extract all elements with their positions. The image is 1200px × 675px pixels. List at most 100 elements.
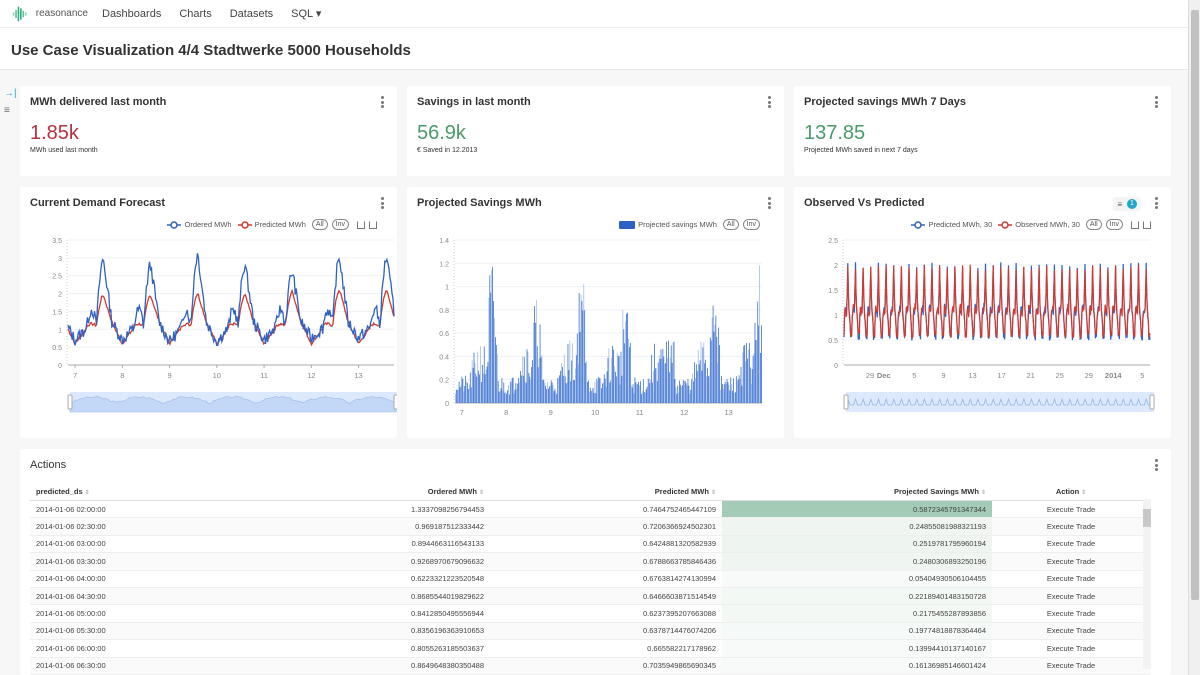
page-scrollbar[interactable]	[1188, 0, 1200, 675]
bar	[661, 358, 663, 403]
bar	[492, 266, 493, 403]
table-row[interactable]: 2014-01-06 03:30:00 0.9268970679096632 0.6…	[30, 552, 1150, 571]
table-row[interactable]: 2014-01-06 04:00:00 0.6223321223520548 0.6…	[30, 570, 1150, 588]
table-row[interactable]: 2014-01-06 04:30:00 0.8685544019829622 0.6…	[30, 587, 1150, 606]
bar	[481, 364, 483, 403]
bar	[672, 342, 674, 403]
bar	[743, 345, 745, 403]
bar	[477, 351, 479, 403]
x-tick-label: 13	[354, 371, 362, 380]
bar	[466, 381, 467, 403]
bar	[540, 357, 542, 403]
cell-action[interactable]: Execute Trade	[992, 604, 1150, 623]
nav-sql[interactable]: SQL ▾	[291, 7, 321, 20]
bar	[641, 391, 643, 403]
table-row[interactable]: 2014-01-06 06:00:00 0.8055263185503637 0.6…	[30, 639, 1150, 658]
bar	[725, 383, 727, 403]
x-tick-label: 11	[260, 371, 268, 380]
column-header-label: predicted_ds	[36, 487, 83, 496]
bar	[722, 383, 723, 403]
bar	[727, 382, 729, 403]
bar	[595, 393, 597, 403]
bar	[529, 376, 531, 403]
bar	[509, 381, 511, 403]
cell-action[interactable]: Execute Trade	[992, 535, 1150, 554]
bar	[624, 343, 626, 403]
table-scrollbar-thumb[interactable]	[1143, 509, 1151, 527]
bar	[476, 376, 478, 403]
table-row[interactable]: 2014-01-06 03:00:00 0.8944663116543133 0.6…	[30, 535, 1150, 554]
bar	[739, 378, 741, 403]
bar	[518, 378, 520, 403]
cell-action[interactable]: Execute Trade	[992, 622, 1150, 641]
bar	[681, 385, 683, 403]
brand-logo[interactable]: reasonance	[12, 4, 88, 24]
bar	[532, 360, 534, 403]
card-menu-icon[interactable]	[768, 96, 772, 108]
bar	[724, 381, 726, 403]
bar	[575, 355, 577, 403]
bar	[548, 388, 549, 403]
table-scrollbar[interactable]	[1143, 499, 1151, 669]
cell-action[interactable]: Execute Trade	[992, 517, 1150, 536]
y-tick-label: 1	[445, 285, 449, 292]
bar	[465, 375, 467, 403]
bar	[708, 375, 710, 403]
x-tick-label: Dec	[877, 371, 891, 380]
x-tick-label: 5	[1140, 371, 1144, 380]
cell-action[interactable]: Execute Trade	[992, 570, 1150, 588]
nav-datasets[interactable]: Datasets	[230, 8, 273, 20]
cell-action[interactable]: Execute Trade	[992, 500, 1150, 519]
cell-action[interactable]: Execute Trade	[992, 587, 1150, 606]
bar	[735, 392, 736, 403]
filter-icon[interactable]: ≡	[4, 105, 18, 116]
table-row[interactable]: 2014-01-06 06:30:00 0.8649648380350488 0.7…	[30, 657, 1150, 675]
column-header[interactable]: Action ⇕	[992, 483, 1150, 501]
bar	[741, 385, 743, 403]
bar	[761, 325, 762, 403]
cell-action[interactable]: Execute Trade	[992, 639, 1150, 658]
table-row[interactable]: 2014-01-06 05:30:00 0.8356196363910653 0.6…	[30, 622, 1150, 641]
bar	[693, 381, 694, 403]
bar	[640, 381, 641, 403]
card-menu-icon[interactable]	[1155, 459, 1159, 471]
x-tick-label: 5	[912, 371, 916, 380]
nav-dashboards[interactable]: Dashboards	[102, 8, 161, 20]
bar	[575, 368, 576, 403]
card-menu-icon[interactable]	[381, 96, 385, 108]
bar	[553, 391, 555, 403]
bar	[657, 362, 659, 403]
bar	[503, 382, 505, 403]
bar	[677, 385, 679, 403]
card-menu-icon[interactable]	[1155, 96, 1159, 108]
cell-action[interactable]: Execute Trade	[992, 552, 1150, 571]
bar	[568, 369, 570, 403]
column-header[interactable]: Projected Savings MWh ⇕	[722, 483, 992, 501]
expand-sidebar-icon[interactable]: →|	[4, 88, 18, 99]
y-tick-label: 0.8	[439, 308, 449, 315]
column-header[interactable]: Ordered MWh ⇕	[170, 483, 490, 501]
table-row[interactable]: 2014-01-06 02:00:00 1.3337098256794453 0.7…	[30, 500, 1150, 519]
nav-charts[interactable]: Charts	[179, 8, 211, 20]
cell-action[interactable]: Execute Trade	[992, 657, 1150, 675]
kpi-card-projected-savings: Projected savings MWh 7 Days 137.85 Proj…	[794, 86, 1171, 176]
column-header[interactable]: Predicted MWh ⇕	[490, 483, 722, 501]
bar	[457, 389, 459, 403]
bar	[650, 379, 652, 403]
cell-predicted-mwh: 0.7206366924502301	[490, 517, 722, 536]
table-row[interactable]: 2014-01-06 05:00:00 0.8412850495556944 0.6…	[30, 604, 1150, 623]
bar	[528, 373, 530, 403]
kpi-title: Projected savings MWh 7 Days	[804, 96, 966, 108]
table-row[interactable]: 2014-01-06 02:30:00 0.969187512333442 0.72…	[30, 517, 1150, 536]
bar	[754, 322, 756, 403]
column-header[interactable]: predicted_ds ⇕	[30, 483, 170, 501]
page-scrollbar-thumb[interactable]	[1191, 10, 1199, 600]
cell-predicted-ds: 2014-01-06 02:30:00	[30, 517, 170, 536]
bar	[719, 345, 720, 403]
cell-predicted-mwh: 0.6237395207663088	[490, 604, 722, 623]
bar	[732, 390, 734, 403]
bar	[588, 392, 590, 403]
bar	[487, 362, 489, 403]
bar	[508, 394, 510, 403]
bar	[720, 389, 721, 403]
